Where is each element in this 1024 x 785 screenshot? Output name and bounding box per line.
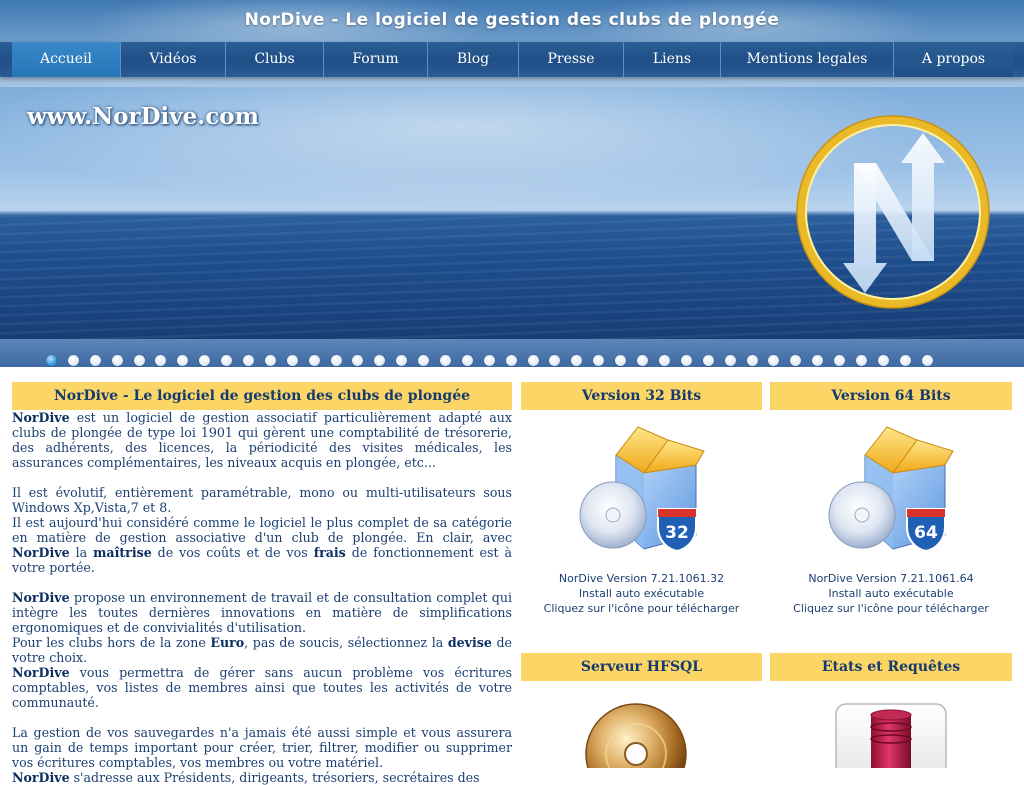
install-64bit-icon[interactable]: 64 bbox=[827, 425, 959, 555]
paragraph-evolutif: Il est évolutif, entièrement paramétrabl… bbox=[12, 485, 512, 515]
slider-dot[interactable] bbox=[658, 355, 670, 366]
version-64-caption: NorDive Version 7.21.1061.64 Install aut… bbox=[770, 571, 1012, 616]
slider-dot[interactable] bbox=[374, 355, 386, 366]
etats-requetes-heading: Etats et Requêtes bbox=[770, 653, 1012, 681]
install-32bit-icon[interactable]: 32 bbox=[578, 425, 710, 555]
slider-dot[interactable] bbox=[812, 355, 824, 366]
slider-dot[interactable] bbox=[834, 355, 846, 366]
nav-item-liens[interactable]: Liens bbox=[624, 42, 721, 77]
slider-dot[interactable] bbox=[615, 355, 627, 366]
version-32-install: Install auto exécutable bbox=[578, 587, 705, 600]
slider-dot[interactable] bbox=[593, 355, 605, 366]
version-32-heading: Version 32 Bits bbox=[521, 382, 762, 410]
nav-item-a-propos[interactable]: A propos bbox=[894, 42, 1013, 77]
slider-dot[interactable] bbox=[746, 355, 758, 366]
nav-item-clubs[interactable]: Clubs bbox=[226, 42, 324, 77]
version-64-number: NorDive Version 7.21.1061.64 bbox=[808, 572, 974, 585]
slider-dot[interactable] bbox=[286, 355, 298, 366]
paragraph-sauvegardes: La gestion de vos sauvegardes n'a jamais… bbox=[12, 725, 512, 770]
etats-requetes-database-icon[interactable] bbox=[835, 703, 947, 768]
slider-dot[interactable] bbox=[637, 355, 649, 366]
slider-dot[interactable] bbox=[702, 355, 714, 366]
slider-dot[interactable] bbox=[264, 355, 276, 366]
nav-item-accueil[interactable]: Accueil bbox=[12, 42, 121, 77]
version-64-install: Install auto exécutable bbox=[828, 587, 954, 600]
version-32-instruction: Cliquez sur l'icône pour télécharger bbox=[543, 602, 740, 615]
main-description: NorDive est un logiciel de gestion assoc… bbox=[12, 410, 512, 785]
slider-dot[interactable] bbox=[177, 355, 189, 366]
version-64-instruction: Cliquez sur l'icône pour télécharger bbox=[793, 602, 989, 615]
hero-banner: www.NorDive.com N bbox=[0, 87, 1024, 367]
nav-item-presse[interactable]: Presse bbox=[519, 42, 624, 77]
slider-dot[interactable] bbox=[877, 355, 889, 366]
slider-dot[interactable] bbox=[483, 355, 495, 366]
banner-url-text: www.NorDive.com bbox=[27, 103, 259, 130]
slider-dot[interactable] bbox=[549, 355, 561, 366]
paragraph-environnement: NorDive propose un environnement de trav… bbox=[12, 590, 512, 635]
slider-dot[interactable] bbox=[921, 355, 933, 366]
slider-dot[interactable] bbox=[724, 355, 736, 366]
slider-dot[interactable] bbox=[790, 355, 802, 366]
slider-dot[interactable] bbox=[330, 355, 342, 366]
nav-item-blog[interactable]: Blog bbox=[428, 42, 519, 77]
slider-dot[interactable] bbox=[527, 355, 539, 366]
slider-dot[interactable] bbox=[440, 355, 452, 366]
main-heading: NorDive - Le logiciel de gestion des clu… bbox=[12, 382, 512, 410]
slider-dot[interactable] bbox=[418, 355, 430, 366]
slider-dot[interactable] bbox=[571, 355, 583, 366]
slider-dot[interactable] bbox=[396, 355, 408, 366]
slider-dot[interactable] bbox=[243, 355, 255, 366]
hfsql-server-disc-icon[interactable] bbox=[585, 703, 687, 768]
slider-dot[interactable] bbox=[680, 355, 692, 366]
slider-dot[interactable] bbox=[155, 355, 167, 366]
nordive-logo-icon: N bbox=[796, 115, 990, 309]
brand-name: NorDive bbox=[12, 410, 70, 425]
slider-dot[interactable] bbox=[768, 355, 780, 366]
paragraph-gerer: NorDive vous permettra de gérer sans auc… bbox=[12, 665, 512, 710]
paragraph-intro: NorDive est un logiciel de gestion assoc… bbox=[12, 410, 512, 470]
slider-dot[interactable] bbox=[461, 355, 473, 366]
slider-dot[interactable] bbox=[855, 355, 867, 366]
badge-32-text: 32 bbox=[665, 523, 689, 543]
main-nav: Accueil Vidéos Clubs Forum Blog Presse L… bbox=[0, 42, 1024, 77]
slider-dot[interactable] bbox=[46, 355, 57, 366]
version-32-number: NorDive Version 7.21.1061.32 bbox=[558, 572, 725, 585]
slider-dot[interactable] bbox=[199, 355, 211, 366]
slider-dot[interactable] bbox=[899, 355, 911, 366]
slider-dot[interactable] bbox=[308, 355, 320, 366]
paragraph-complet: Il est aujourd'hui considéré comme le lo… bbox=[12, 515, 513, 575]
version-64-heading: Version 64 Bits bbox=[770, 382, 1012, 410]
slider-dot[interactable] bbox=[352, 355, 364, 366]
slider-dot[interactable] bbox=[133, 355, 145, 366]
slider-dots bbox=[46, 355, 933, 369]
nav-item-forum[interactable]: Forum bbox=[324, 42, 428, 77]
version-32-caption: NorDive Version 7.21.1061.32 Install aut… bbox=[521, 571, 762, 616]
slider-dot[interactable] bbox=[67, 355, 79, 366]
slider-dot[interactable] bbox=[505, 355, 517, 366]
slider-dot[interactable] bbox=[221, 355, 233, 366]
hfsql-heading: Serveur HFSQL bbox=[521, 653, 762, 681]
site-title: NorDive - Le logiciel de gestion des clu… bbox=[244, 10, 780, 30]
badge-64-text: 64 bbox=[914, 523, 938, 543]
paragraph-devise: Pour les clubs hors de la zone Euro, pas… bbox=[12, 635, 512, 665]
paragraph-public: NorDive s'adresse aux Présidents, dirige… bbox=[12, 770, 480, 785]
nav-item-mentions-legales[interactable]: Mentions legales bbox=[721, 42, 894, 77]
slider-dot[interactable] bbox=[111, 355, 123, 366]
nav-item-videos[interactable]: Vidéos bbox=[121, 42, 226, 77]
slider-dot[interactable] bbox=[89, 355, 101, 366]
